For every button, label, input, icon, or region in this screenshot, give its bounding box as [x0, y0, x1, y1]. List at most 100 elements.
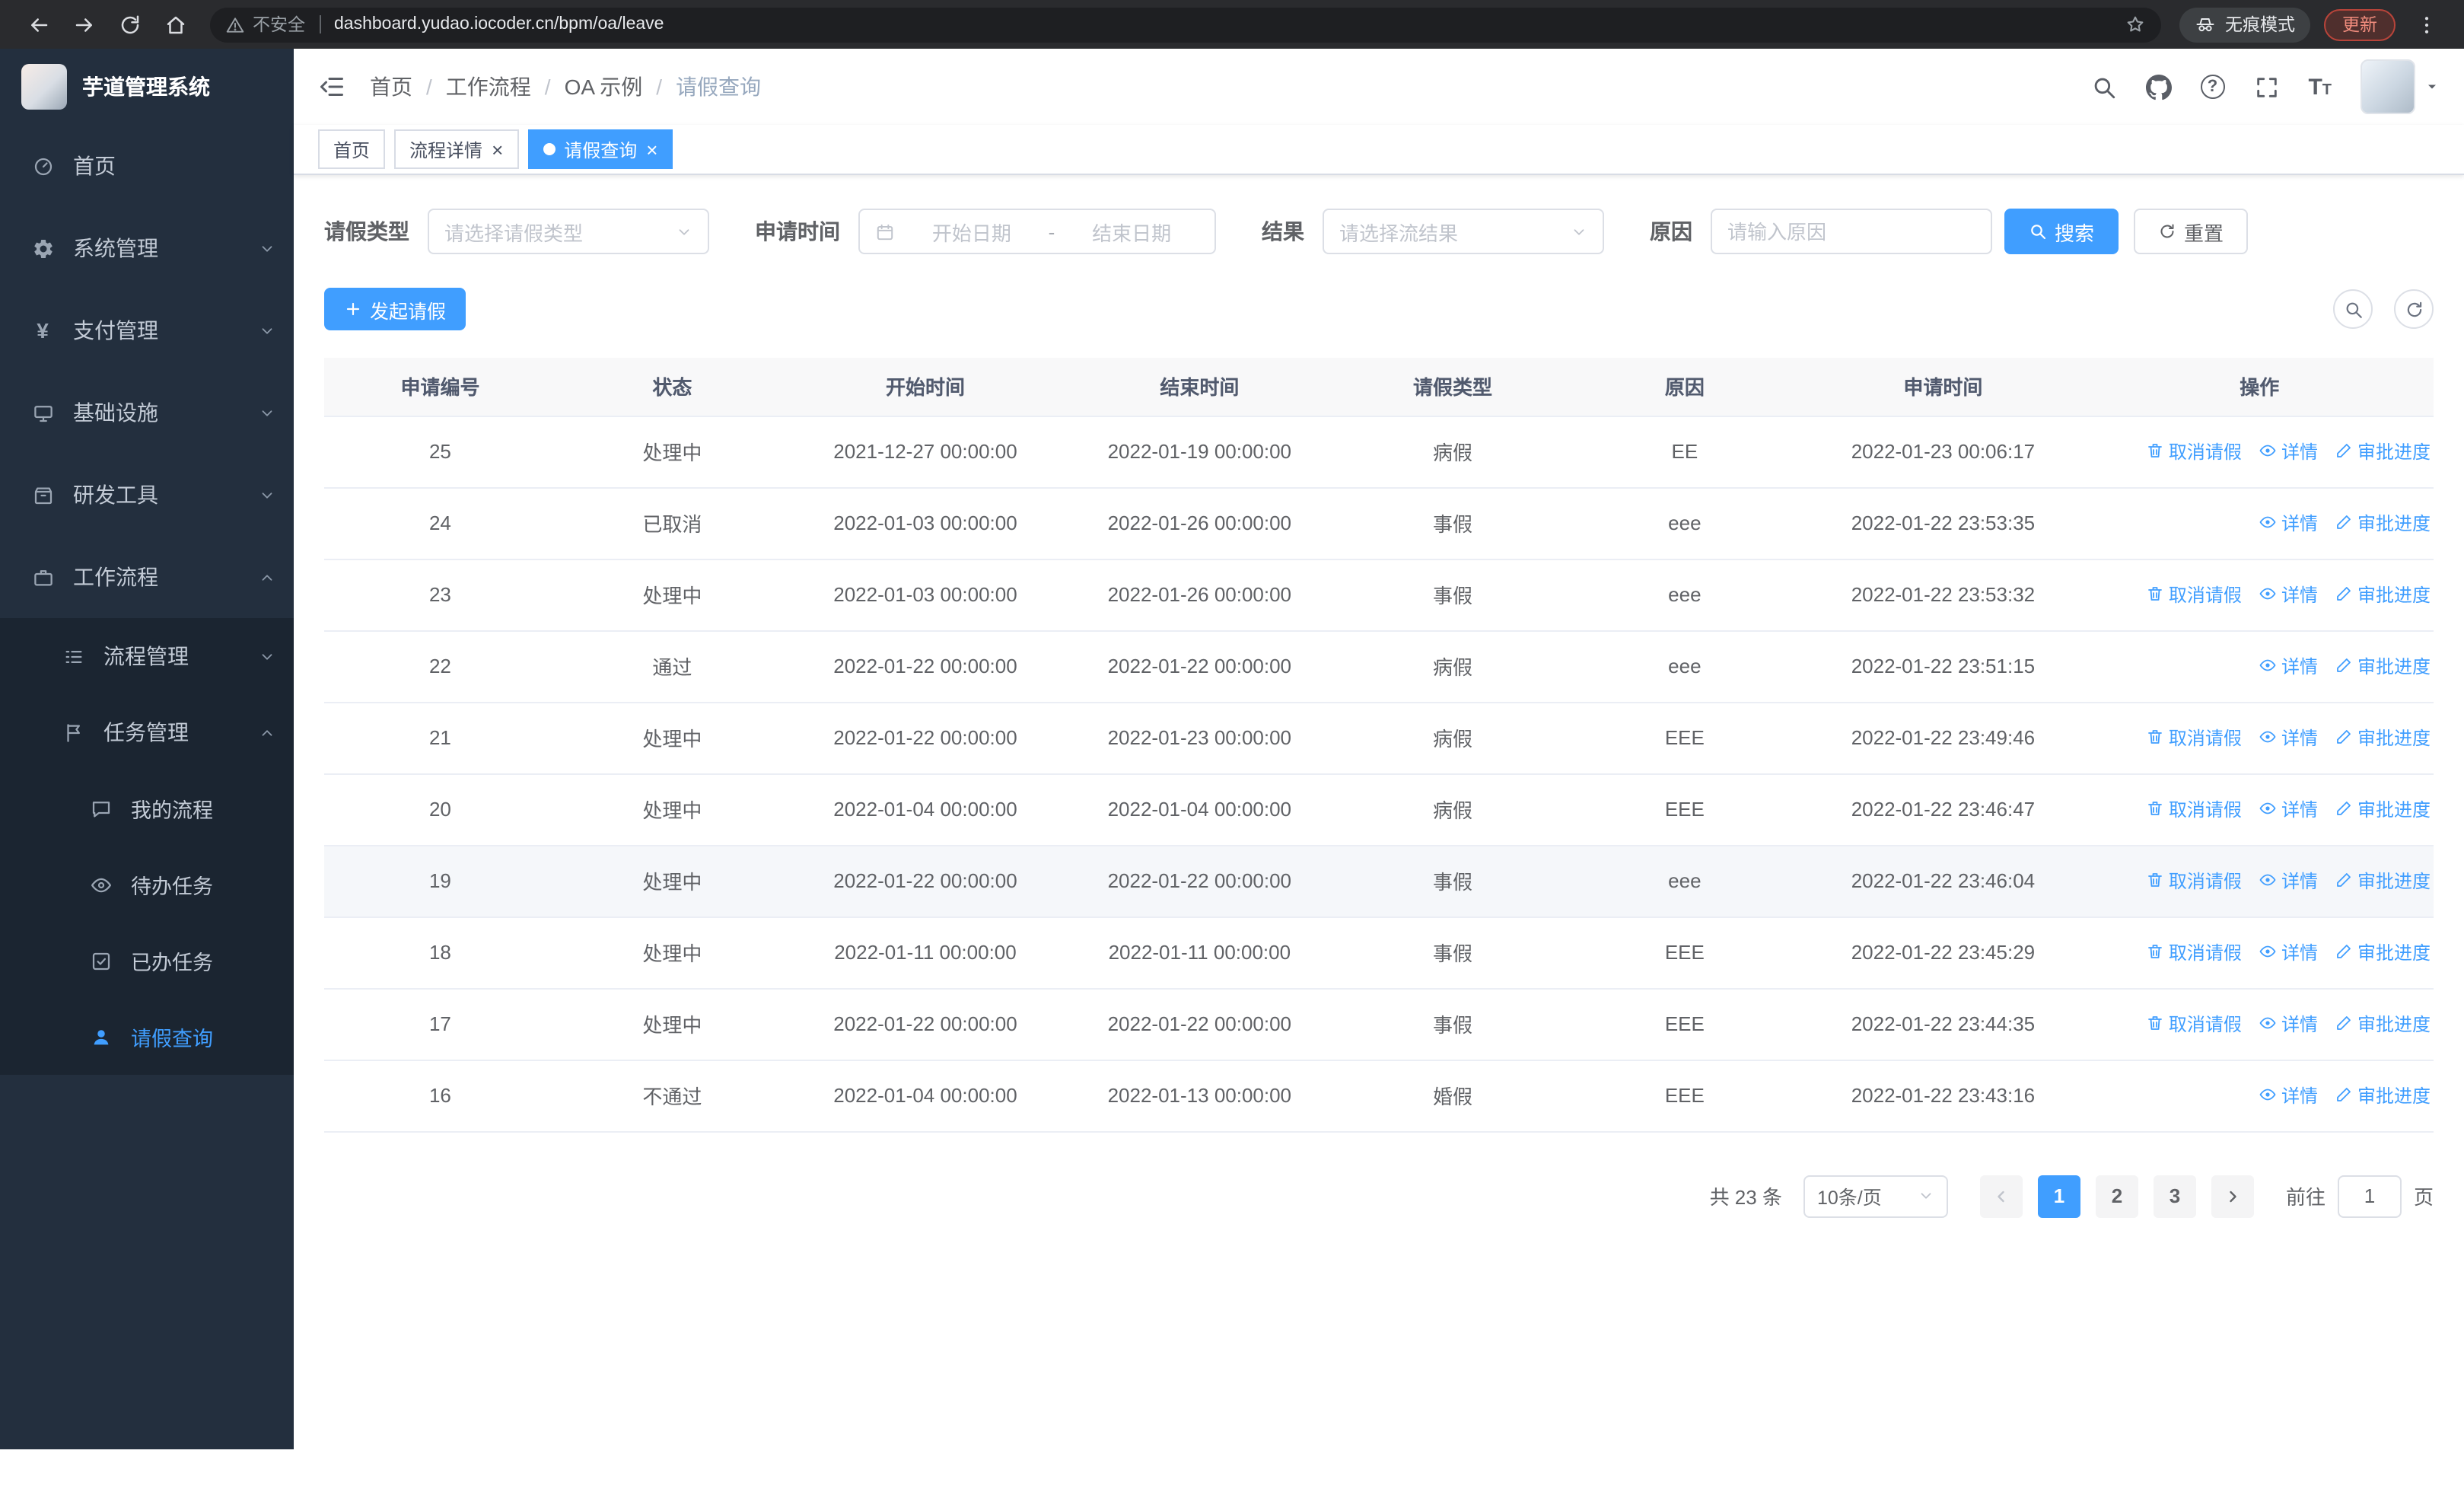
app-logo	[21, 64, 67, 110]
plus-icon	[344, 300, 362, 318]
sidebar-item-process-mgmt[interactable]: 流程管理	[0, 618, 294, 694]
delete-icon	[2146, 442, 2164, 461]
browser-forward-button[interactable]	[65, 6, 102, 43]
goto-page: 前往 页	[2286, 1175, 2434, 1217]
cell-end: 2022-01-22 00:00:00	[1062, 988, 1337, 1060]
action-progress-link[interactable]: 审批进度	[2335, 868, 2431, 894]
action-progress-link[interactable]: 审批进度	[2335, 939, 2431, 965]
cell-status: 不通过	[556, 1060, 788, 1132]
sidebar-item-todo-tasks[interactable]: 待办任务	[0, 846, 294, 923]
breadcrumb-workflow[interactable]: 工作流程	[446, 72, 531, 102]
action-cancel-link[interactable]: 取消请假	[2146, 725, 2242, 751]
tab-close-icon[interactable]: ×	[492, 139, 503, 159]
page-button-2[interactable]: 2	[2095, 1175, 2138, 1217]
workflow-submenu: 流程管理 任务管理 我的流程 待办任务 已办任务 请假查询	[0, 618, 294, 1075]
browser-home-button[interactable]	[157, 6, 193, 43]
chrome-update-button[interactable]: 更新	[2324, 8, 2396, 40]
goto-page-input[interactable]	[2337, 1175, 2402, 1217]
view-icon	[2259, 657, 2277, 675]
goto-suffix: 页	[2413, 1186, 2434, 1209]
action-progress-link[interactable]: 审批进度	[2335, 510, 2431, 536]
sidebar-item-leave-query[interactable]: 请假查询	[0, 999, 294, 1075]
action-progress-link[interactable]: 审批进度	[2335, 653, 2431, 679]
browser-reload-button[interactable]	[111, 6, 148, 43]
create-leave-button[interactable]: 发起请假	[324, 288, 466, 330]
sidebar-item-workflow[interactable]: 工作流程	[0, 536, 294, 618]
action-cancel-link[interactable]: 取消请假	[2146, 582, 2242, 607]
sidebar-item-done-tasks[interactable]: 已办任务	[0, 923, 294, 999]
url-text[interactable]: dashboard.yudao.iocoder.cn/bpm/oa/leave	[334, 15, 664, 33]
action-progress-link[interactable]: 审批进度	[2335, 1082, 2431, 1108]
action-cancel-link[interactable]: 取消请假	[2146, 939, 2242, 965]
action-detail-link[interactable]: 详情	[2259, 1082, 2318, 1108]
action-detail-link[interactable]: 详情	[2259, 438, 2318, 464]
sidebar-item-dev-tools[interactable]: 研发工具	[0, 454, 294, 536]
refresh-table-button[interactable]	[2394, 289, 2434, 329]
tab-close-icon[interactable]: ×	[646, 139, 657, 159]
sidebar-collapse-icon[interactable]	[318, 73, 345, 100]
sidebar-item-my-process[interactable]: 我的流程	[0, 770, 294, 846]
tab-process-detail[interactable]: 流程详情 ×	[394, 129, 519, 169]
chat-icon	[88, 796, 113, 821]
help-icon[interactable]: ?	[2200, 75, 2225, 99]
sidebar-item-system-mgmt[interactable]: 系统管理	[0, 207, 294, 289]
browser-back-button[interactable]	[20, 6, 56, 43]
site-security-indicator[interactable]: 不安全	[225, 12, 305, 37]
sidebar-item-home[interactable]: 首页	[0, 125, 294, 207]
action-cancel-link[interactable]: 取消请假	[2146, 796, 2242, 822]
page-button-3[interactable]: 3	[2153, 1175, 2196, 1217]
action-cancel-link[interactable]: 取消请假	[2146, 868, 2242, 894]
action-detail-link[interactable]: 详情	[2259, 868, 2318, 894]
action-detail-link[interactable]: 详情	[2259, 725, 2318, 751]
action-detail-link[interactable]: 详情	[2259, 939, 2318, 965]
cell-reason: eee	[1568, 630, 1801, 703]
action-cancel-link[interactable]: 取消请假	[2146, 1011, 2242, 1037]
leave-type-select[interactable]: 请选择请假类型	[428, 209, 709, 254]
table-row: 16 不通过 2022-01-04 00:00:00 2022-01-13 00:00…	[324, 1060, 2434, 1132]
fullscreen-icon[interactable]	[2253, 74, 2279, 100]
page-size-select[interactable]: 10条/页	[1803, 1175, 1948, 1217]
github-icon[interactable]	[2145, 74, 2172, 100]
next-page-button[interactable]	[2211, 1175, 2254, 1217]
font-size-icon[interactable]: TT	[2308, 74, 2332, 100]
breadcrumb-oa-example[interactable]: OA 示例	[565, 72, 643, 102]
sidebar-item-infrastructure[interactable]: 基础设施	[0, 371, 294, 454]
result-filter: 结果 请选择流结果	[1262, 209, 1604, 254]
edit-icon	[2335, 872, 2353, 890]
action-detail-link[interactable]: 详情	[2259, 653, 2318, 679]
result-select[interactable]: 请选择流结果	[1323, 209, 1604, 254]
tab-home[interactable]: 首页	[318, 129, 386, 169]
sidebar-item-payment-mgmt[interactable]: ¥ 支付管理	[0, 289, 294, 371]
search-icon[interactable]	[2090, 74, 2116, 100]
action-detail-link[interactable]: 详情	[2259, 582, 2318, 607]
toggle-search-button[interactable]	[2333, 289, 2373, 329]
action-progress-link[interactable]: 审批进度	[2335, 582, 2431, 607]
cell-start: 2022-01-22 00:00:00	[788, 630, 1063, 703]
column-header: 操作	[2085, 358, 2434, 416]
action-progress-link[interactable]: 审批进度	[2335, 438, 2431, 464]
action-detail-link[interactable]: 详情	[2259, 1011, 2318, 1037]
action-detail-link[interactable]: 详情	[2259, 796, 2318, 822]
browser-menu-icon[interactable]	[2408, 6, 2444, 43]
table-body: 25 处理中 2021-12-27 00:00:00 2022-01-19 00:00…	[324, 416, 2434, 1132]
action-detail-link[interactable]: 详情	[2259, 510, 2318, 536]
apply-time-range-picker[interactable]: 开始日期 - 结束日期	[858, 209, 1216, 254]
sidebar-item-task-mgmt[interactable]: 任务管理	[0, 694, 294, 770]
address-bar[interactable]: 不安全 dashboard.yudao.iocoder.cn/bpm/oa/le…	[210, 7, 2161, 42]
action-progress-link[interactable]: 审批进度	[2335, 796, 2431, 822]
action-progress-link[interactable]: 审批进度	[2335, 725, 2431, 751]
tab-leave-query[interactable]: 请假查询 ×	[527, 129, 673, 169]
chevron-down-icon	[1571, 223, 1587, 240]
user-menu[interactable]	[2361, 59, 2440, 114]
prev-page-button[interactable]	[1979, 1175, 2023, 1217]
action-cancel-link[interactable]: 取消请假	[2146, 438, 2242, 464]
page-button-1[interactable]: 1	[2037, 1175, 2080, 1217]
action-progress-link[interactable]: 审批进度	[2335, 1011, 2431, 1037]
reason-input[interactable]	[1711, 209, 1992, 254]
search-button[interactable]: 搜索	[2004, 209, 2119, 254]
reset-button[interactable]: 重置	[2134, 209, 2249, 254]
table-row: 17 处理中 2022-01-22 00:00:00 2022-01-22 00:00…	[324, 988, 2434, 1060]
breadcrumb-home[interactable]: 首页	[370, 72, 412, 102]
bookmark-star-icon[interactable]	[2125, 14, 2146, 35]
breadcrumb: 首页 / 工作流程 / OA 示例 / 请假查询	[370, 72, 761, 102]
